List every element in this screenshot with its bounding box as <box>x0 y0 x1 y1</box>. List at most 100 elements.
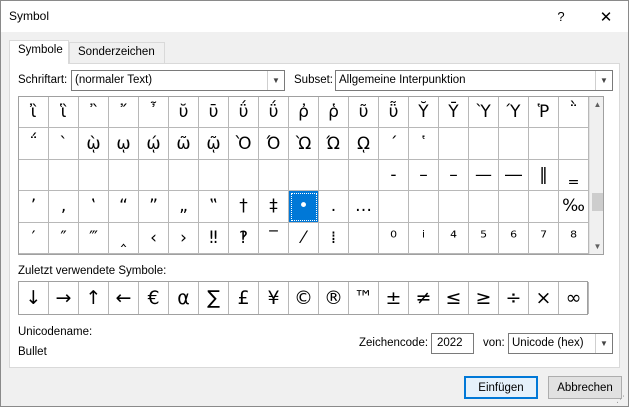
symbol-cell[interactable]: — <box>469 159 499 192</box>
chevron-down-icon[interactable]: ▼ <box>267 71 284 90</box>
symbol-cell[interactable]: ` <box>49 128 79 160</box>
symbol-cell[interactable]: ⁸ <box>559 222 589 254</box>
symbol-cell[interactable]: ⁴ <box>439 222 469 254</box>
recent-symbol-cell[interactable]: ← <box>109 282 139 314</box>
symbol-cell[interactable]: Ὸ <box>229 128 259 160</box>
symbol-cell[interactable]: ῦ <box>349 97 379 129</box>
symbol-cell[interactable]: ‴ <box>79 222 109 254</box>
symbol-cell[interactable]: ΰ <box>259 97 289 129</box>
recent-symbol-cell[interactable]: ÷ <box>499 282 529 314</box>
symbol-cell[interactable] <box>349 159 379 192</box>
symbol-cell[interactable] <box>559 128 589 160</box>
symbol-cell[interactable]: ‛ <box>79 191 109 223</box>
symbol-cell[interactable]: ⁶ <box>499 222 529 254</box>
symbol-cell[interactable] <box>439 128 469 160</box>
grid-scrollbar[interactable]: ▲ ▼ <box>589 97 603 254</box>
recent-symbol-cell[interactable]: ≤ <box>439 282 469 314</box>
tab-sonderzeichen[interactable]: Sonderzeichen <box>69 42 165 63</box>
symbol-cell[interactable] <box>379 191 409 223</box>
symbol-cell[interactable]: ῡ <box>199 97 229 129</box>
recent-symbol-cell[interactable]: © <box>289 282 319 314</box>
symbol-cell[interactable] <box>529 191 559 223</box>
recent-symbol-cell[interactable]: α <box>169 282 199 314</box>
symbol-cell[interactable]: Ῠ <box>409 97 439 129</box>
recent-symbol-cell[interactable]: ™ <box>349 282 379 314</box>
symbol-cell[interactable]: ῷ <box>199 128 229 160</box>
charcode-input[interactable]: 2022 <box>431 333 474 354</box>
symbol-cell[interactable]: † <box>229 191 259 223</box>
recent-symbol-cell[interactable]: ∞ <box>559 282 589 314</box>
symbol-cell[interactable]: ‰ <box>559 191 589 223</box>
symbol-cell[interactable]: ⁞ <box>319 222 349 254</box>
recent-symbol-cell[interactable]: £ <box>229 282 259 314</box>
symbol-cell[interactable]: ⁷ <box>529 222 559 254</box>
symbol-cell[interactable]: Ὺ <box>469 97 499 129</box>
symbol-cell[interactable] <box>139 159 169 192</box>
symbol-cell[interactable]: – <box>409 159 439 192</box>
recent-symbol-cell[interactable]: → <box>49 282 79 314</box>
font-select[interactable]: (normaler Text) ▼ <box>71 70 285 91</box>
symbol-cell[interactable]: ’ <box>19 191 49 223</box>
symbol-cell[interactable] <box>229 159 259 192</box>
symbol-cell[interactable] <box>469 128 499 160</box>
tab-symbole[interactable]: Symbole <box>9 40 69 64</box>
recent-symbol-cell[interactable]: € <box>139 282 169 314</box>
from-select[interactable]: Unicode (hex) ▼ <box>508 333 613 354</box>
symbol-cell[interactable]: ″ <box>49 222 79 254</box>
symbol-cell[interactable]: ῎ <box>109 97 139 129</box>
symbol-cell[interactable]: - <box>379 159 409 192</box>
symbol-cell[interactable]: ῍ <box>79 97 109 129</box>
symbol-cell[interactable]: Ὼ <box>289 128 319 160</box>
symbol-cell[interactable]: • <box>289 191 319 223</box>
symbol-cell[interactable]: ‹ <box>139 222 169 254</box>
symbol-cell[interactable] <box>289 159 319 192</box>
recent-symbol-cell[interactable]: ≥ <box>469 282 499 314</box>
chevron-down-icon[interactable]: ▼ <box>595 334 612 353</box>
symbol-cell[interactable] <box>109 159 139 192</box>
symbol-cell[interactable]: ΅ <box>19 128 49 160</box>
symbol-cell[interactable]: ῲ <box>79 128 109 160</box>
symbol-cell[interactable]: ― <box>499 159 529 192</box>
symbol-cell[interactable]: ․ <box>319 191 349 223</box>
help-button[interactable]: ? <box>539 1 583 32</box>
scroll-thumb[interactable] <box>592 193 603 211</box>
symbol-cell[interactable] <box>79 159 109 192</box>
symbol-cell[interactable]: ῥ <box>319 97 349 129</box>
symbol-cell[interactable] <box>49 159 79 192</box>
symbol-cell[interactable]: Ύ <box>499 97 529 129</box>
symbol-cell[interactable]: ” <box>139 191 169 223</box>
symbol-cell[interactable]: ἳ <box>49 97 79 129</box>
symbol-cell[interactable] <box>259 159 289 192</box>
symbol-cell[interactable]: ἲ <box>19 97 49 129</box>
symbol-cell[interactable]: Ῡ <box>439 97 469 129</box>
symbol-cell[interactable] <box>349 222 379 254</box>
recent-symbol-cell[interactable]: ↓ <box>19 282 49 314</box>
symbol-cell[interactable]: ‾ <box>259 222 289 254</box>
symbol-cell[interactable] <box>439 191 469 223</box>
symbol-cell[interactable]: ‸ <box>109 222 139 254</box>
recent-symbol-cell[interactable]: ± <box>379 282 409 314</box>
symbol-cell[interactable]: “ <box>109 191 139 223</box>
recent-symbol-cell[interactable]: ∑ <box>199 282 229 314</box>
recent-symbol-cell[interactable]: ® <box>319 282 349 314</box>
symbol-cell[interactable]: ⁄ <box>289 222 319 254</box>
symbol-cell[interactable]: … <box>349 191 379 223</box>
symbol-cell[interactable]: ῧ <box>379 97 409 129</box>
recent-symbol-cell[interactable]: ↑ <box>79 282 109 314</box>
symbol-cell[interactable] <box>469 191 499 223</box>
symbol-cell[interactable]: Ῥ <box>529 97 559 129</box>
symbol-cell[interactable]: › <box>169 222 199 254</box>
symbol-cell[interactable]: ῳ <box>109 128 139 160</box>
symbol-cell[interactable]: ´ <box>379 128 409 160</box>
scroll-down-icon[interactable]: ▼ <box>590 239 603 254</box>
symbol-cell[interactable] <box>169 159 199 192</box>
symbol-cell[interactable]: ῏ <box>139 97 169 129</box>
symbol-cell[interactable] <box>529 128 559 160</box>
symbol-cell[interactable]: ῶ <box>169 128 199 160</box>
symbol-cell[interactable]: ῭ <box>559 97 589 129</box>
recent-symbol-cell[interactable]: ≠ <box>409 282 439 314</box>
symbol-cell[interactable]: ῠ <box>169 97 199 129</box>
symbol-cell[interactable] <box>499 191 529 223</box>
insert-button[interactable]: Einfügen <box>464 376 538 399</box>
recent-symbol-cell[interactable]: × <box>529 282 559 314</box>
